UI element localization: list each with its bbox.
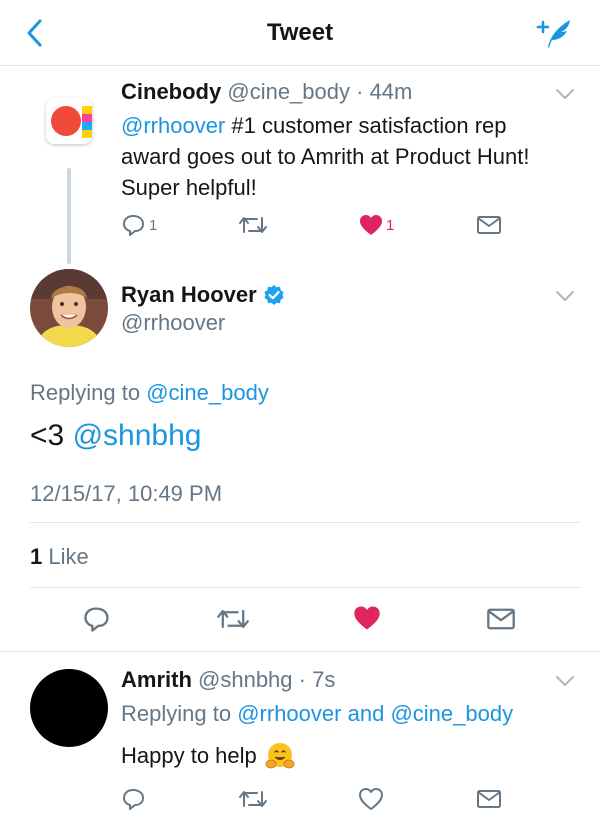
- top-bar: Tweet: [0, 0, 600, 66]
- replying-prefix: Replying to: [30, 380, 141, 405]
- tweet-time: 44m: [369, 79, 413, 104]
- author-name[interactable]: Ryan Hoover: [121, 282, 257, 308]
- retweet-icon: [217, 609, 249, 629]
- mention-link[interactable]: @shnbhg: [73, 419, 202, 452]
- tweet-text: <3 @shnbhg: [30, 419, 201, 453]
- like-button[interactable]: 1: [358, 213, 394, 237]
- share-button[interactable]: [486, 605, 516, 633]
- retweet-icon: [239, 791, 267, 807]
- separator-dot: ·: [292, 667, 313, 692]
- envelope-icon: [487, 608, 515, 630]
- reply-button[interactable]: [82, 605, 112, 633]
- like-count: 1: [386, 216, 395, 234]
- tweet-header: Amrith @shnbhg · 7s: [121, 667, 335, 693]
- heart-filled-icon: [360, 215, 382, 235]
- retweet-button[interactable]: [238, 213, 268, 237]
- verified-badge-icon: [264, 285, 284, 305]
- tweet-body: <3: [30, 419, 65, 452]
- tweet-text: Happy to help: [121, 741, 295, 771]
- replying-mention[interactable]: @rrhoover: [237, 701, 341, 726]
- tweet-text: @rrhoover #1 customer satisfaction rep a…: [121, 110, 571, 203]
- separator-dot: ·: [350, 79, 370, 104]
- chevron-down-icon[interactable]: [554, 674, 576, 688]
- chevron-down-icon[interactable]: [554, 289, 576, 303]
- author-handle[interactable]: @rrhoover: [121, 310, 225, 336]
- heart-filled-icon: [354, 606, 380, 630]
- author-handle[interactable]: @cine_body: [227, 79, 350, 104]
- reply-icon: [123, 215, 144, 236]
- author-name-row: Ryan Hoover: [121, 282, 285, 308]
- reply-icon: [123, 789, 144, 810]
- amrith-avatar[interactable]: [30, 669, 108, 747]
- cinebody-logo-icon: [46, 98, 92, 144]
- envelope-icon: [477, 216, 501, 234]
- likes-summary[interactable]: 1 Like: [30, 544, 89, 570]
- divider: [0, 651, 600, 652]
- tweet-header: Cinebody @cine_body · 44m: [121, 79, 412, 105]
- replying-to-line: Replying to @cine_body: [30, 380, 269, 406]
- envelope-icon: [477, 790, 501, 808]
- tweet-timestamp: 12/15/17, 10:49 PM: [30, 481, 223, 506]
- divider: [30, 587, 580, 588]
- heart-outline-icon: [359, 788, 383, 810]
- share-button[interactable]: [476, 787, 502, 811]
- reply-icon: [84, 607, 109, 632]
- page-title: Tweet: [266, 19, 334, 46]
- mention-link[interactable]: @rrhoover: [121, 113, 225, 138]
- reply-button[interactable]: [121, 787, 147, 811]
- hugging-face-emoji-icon: [265, 743, 295, 769]
- tweet-time: 7s: [312, 667, 336, 692]
- share-button[interactable]: [476, 213, 502, 237]
- like-button[interactable]: [358, 787, 384, 811]
- author-handle[interactable]: @shnbhg: [198, 667, 293, 692]
- ryan-hoover-avatar[interactable]: [30, 269, 108, 347]
- thread-line: [67, 168, 71, 264]
- retweet-button[interactable]: [238, 787, 268, 811]
- replying-mention[interactable]: @cine_body: [390, 701, 513, 726]
- cinebody-avatar[interactable]: [46, 98, 92, 144]
- retweet-icon: [239, 217, 267, 233]
- likes-label: Like: [48, 544, 89, 569]
- profile-photo-icon: [30, 269, 108, 347]
- author-name[interactable]: Amrith: [121, 667, 192, 692]
- reply-button[interactable]: 1: [121, 213, 157, 237]
- likes-count: 1: [30, 544, 43, 569]
- like-button[interactable]: [352, 604, 382, 632]
- author-name[interactable]: Cinebody: [121, 79, 221, 104]
- divider: [30, 522, 580, 523]
- replying-prefix: Replying to: [121, 701, 232, 726]
- reply-count: 1: [149, 216, 158, 234]
- compose-tweet-icon[interactable]: [534, 14, 574, 52]
- retweet-button[interactable]: [216, 605, 250, 633]
- chevron-down-icon[interactable]: [554, 87, 576, 101]
- replying-mention[interactable]: @cine_body: [146, 380, 269, 405]
- tweet-body: Happy to help: [121, 743, 257, 768]
- replying-and: and: [347, 701, 385, 726]
- replying-to-line: Replying to @rrhoover and @cine_body: [121, 701, 513, 727]
